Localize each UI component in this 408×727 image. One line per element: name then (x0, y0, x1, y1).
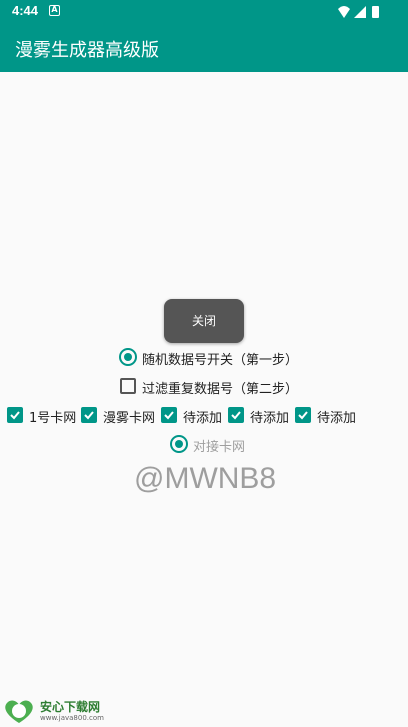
network-checkbox-3[interactable] (161, 407, 177, 423)
download-site-logo (5, 700, 33, 723)
connect-network-radio[interactable] (170, 435, 188, 453)
network-label-3[interactable]: 待添加 (183, 407, 222, 426)
filter-duplicate-label[interactable]: 过滤重复数据号（第二步） (142, 378, 298, 397)
network-label-5[interactable]: 待添加 (317, 407, 356, 426)
network-label-4[interactable]: 待添加 (250, 407, 289, 426)
a-square-icon: A (49, 5, 60, 16)
network-checkbox-1[interactable] (7, 407, 23, 423)
wifi-icon (338, 6, 350, 18)
check-icon (84, 411, 94, 420)
status-bar: 4:44 A (0, 0, 408, 24)
status-time: 4:44 (12, 3, 39, 18)
check-icon (164, 411, 174, 420)
download-site-url: www.java800.com (40, 714, 104, 722)
network-label-1[interactable]: 1号卡网 (29, 407, 76, 426)
close-button[interactable]: 关闭 (164, 299, 244, 343)
app-title: 漫雾生成器高级版 (15, 40, 159, 61)
status-icons (338, 6, 379, 18)
random-switch-radio[interactable] (119, 348, 137, 366)
signal-icon (354, 6, 366, 18)
battery-icon (372, 6, 379, 18)
connect-network-label[interactable]: 对接卡网 (193, 436, 245, 455)
network-checkbox-4[interactable] (228, 407, 244, 423)
network-label-2[interactable]: 漫雾卡网 (103, 407, 155, 426)
filter-duplicate-checkbox[interactable] (120, 378, 136, 394)
watermark-text: @MWNB8 (134, 462, 277, 495)
network-checkbox-5[interactable] (295, 407, 311, 423)
app-bar: 漫雾生成器高级版 (0, 24, 408, 72)
check-icon (10, 411, 20, 420)
check-icon (231, 411, 241, 420)
download-site-title: 安心下载网 (40, 700, 101, 714)
network-checkbox-2[interactable] (81, 407, 97, 423)
check-icon (298, 411, 308, 420)
random-switch-label[interactable]: 随机数据号开关（第一步） (142, 349, 298, 368)
